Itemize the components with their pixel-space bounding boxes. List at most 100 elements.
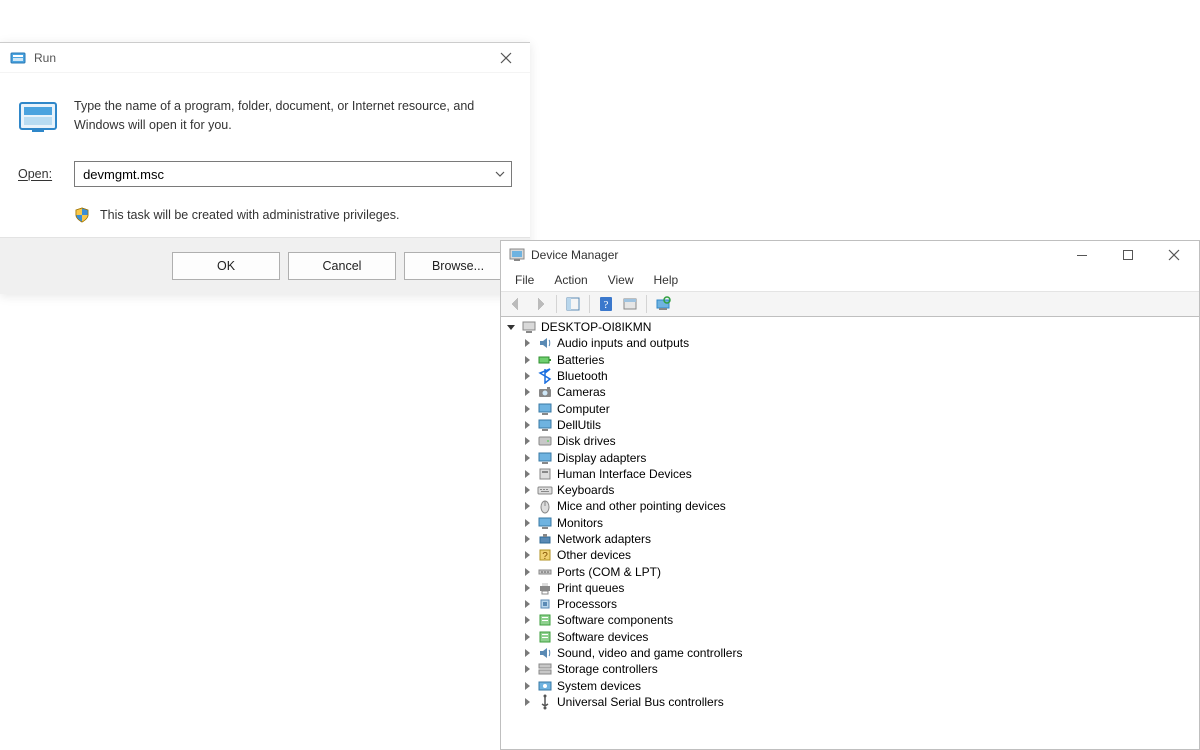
expand-icon[interactable] [521,598,533,610]
menu-view[interactable]: View [600,271,642,289]
device-category[interactable]: Disk drives [505,433,1195,449]
menu-file[interactable]: File [507,271,542,289]
expand-icon[interactable] [521,614,533,626]
device-category[interactable]: ? Other devices [505,547,1195,563]
category-label: Bluetooth [557,369,608,383]
expand-icon[interactable] [521,663,533,675]
category-label: Ports (COM & LPT) [557,565,661,579]
category-label: Audio inputs and outputs [557,336,689,350]
expand-icon[interactable] [521,484,533,496]
device-category[interactable]: Ports (COM & LPT) [505,563,1195,579]
device-category[interactable]: System devices [505,678,1195,694]
expand-icon[interactable] [521,435,533,447]
monitor-icon [537,417,553,433]
expand-icon[interactable] [521,696,533,708]
expand-icon[interactable] [521,452,533,464]
browse-button[interactable]: Browse... [404,252,512,280]
close-button[interactable] [486,44,526,72]
usb-icon [537,694,553,710]
device-category[interactable]: Display adapters [505,449,1195,465]
dm-titlebar[interactable]: Device Manager [501,241,1199,269]
minimize-button[interactable] [1059,241,1105,269]
dm-close-button[interactable] [1151,241,1197,269]
device-category[interactable]: Keyboards [505,482,1195,498]
dm-title: Device Manager [531,248,618,262]
expand-icon[interactable] [521,354,533,366]
category-label: Software components [557,613,673,627]
device-category[interactable]: Monitors [505,515,1195,531]
run-body: Type the name of a program, folder, docu… [0,73,530,237]
device-category[interactable]: Sound, video and game controllers [505,645,1195,661]
shield-icon [74,207,90,223]
expand-icon[interactable] [521,517,533,529]
chevron-down-icon[interactable] [495,171,505,177]
expand-icon[interactable] [521,631,533,643]
category-label: Display adapters [557,451,646,465]
device-category[interactable]: DellUtils [505,417,1195,433]
cpu-icon [537,596,553,612]
device-category[interactable]: Batteries [505,352,1195,368]
cancel-button[interactable]: Cancel [288,252,396,280]
svg-text:?: ? [542,551,548,562]
run-icon [10,50,26,66]
other-icon: ? [537,547,553,563]
tree-root[interactable]: DESKTOP-OI8IKMN [505,319,1195,335]
device-category[interactable]: Storage controllers [505,661,1195,677]
help-button[interactable]: ? [595,294,617,314]
audio-icon [537,645,553,661]
expand-icon[interactable] [505,321,517,333]
ok-button[interactable]: OK [172,252,280,280]
device-category[interactable]: Mice and other pointing devices [505,498,1195,514]
device-category[interactable]: Print queues [505,580,1195,596]
expand-icon[interactable] [521,549,533,561]
expand-icon[interactable] [521,386,533,398]
forward-button[interactable] [529,294,551,314]
device-category[interactable]: Bluetooth [505,368,1195,384]
device-category[interactable]: Universal Serial Bus controllers [505,694,1195,710]
menu-action[interactable]: Action [546,271,595,289]
run-titlebar[interactable]: Run [0,43,530,73]
category-label: Disk drives [557,434,616,448]
expand-icon[interactable] [521,370,533,382]
expand-icon[interactable] [521,533,533,545]
expand-icon[interactable] [521,403,533,415]
expand-icon[interactable] [521,582,533,594]
expand-icon[interactable] [521,468,533,480]
device-tree[interactable]: DESKTOP-OI8IKMNAudio inputs and outputs B… [501,317,1199,749]
expand-icon[interactable] [521,337,533,349]
device-category[interactable]: Computer [505,400,1195,416]
device-category[interactable]: Network adapters [505,531,1195,547]
device-category[interactable]: Cameras [505,384,1195,400]
device-category[interactable]: Software components [505,612,1195,628]
admin-notice: This task will be created with administr… [100,208,399,222]
category-label: Processors [557,597,617,611]
open-input[interactable] [83,167,495,182]
open-combobox[interactable] [74,161,512,187]
device-category[interactable]: Software devices [505,629,1195,645]
device-category[interactable]: Processors [505,596,1195,612]
expand-icon[interactable] [521,419,533,431]
open-label: Open: [18,167,52,181]
properties-button[interactable] [619,294,641,314]
dm-menubar: File Action View Help [501,269,1199,291]
scan-hardware-button[interactable] [652,294,674,314]
device-category[interactable]: Human Interface Devices [505,466,1195,482]
net-icon [537,531,553,547]
menu-help[interactable]: Help [646,271,687,289]
expand-icon[interactable] [521,680,533,692]
device-category[interactable]: Audio inputs and outputs [505,335,1195,351]
category-label: Network adapters [557,532,651,546]
svg-text:?: ? [604,299,609,311]
expand-icon[interactable] [521,566,533,578]
show-hide-console-tree-button[interactable] [562,294,584,314]
category-label: Other devices [557,548,631,562]
battery-icon [537,352,553,368]
maximize-button[interactable] [1105,241,1151,269]
print-icon [537,580,553,596]
category-label: Batteries [557,353,604,367]
category-label: Universal Serial Bus controllers [557,695,724,709]
expand-icon[interactable] [521,500,533,512]
expand-icon[interactable] [521,647,533,659]
toolbar-separator [589,295,590,313]
back-button[interactable] [505,294,527,314]
